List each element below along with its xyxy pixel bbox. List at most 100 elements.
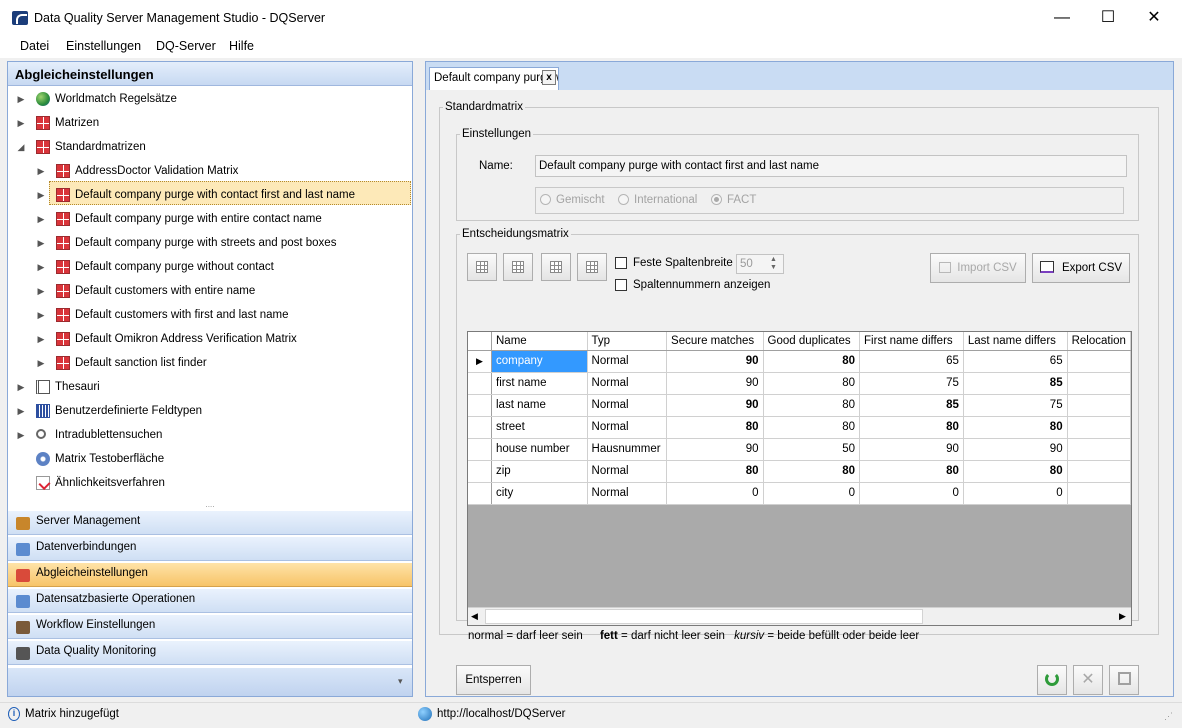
cell-value[interactable]: 85 [859, 394, 964, 417]
radio-international[interactable]: International [618, 194, 697, 206]
cell-value[interactable]: 0 [963, 482, 1068, 505]
expand-arrow-icon[interactable]: ▶ [36, 207, 46, 231]
cell-value[interactable]: 75 [859, 372, 964, 395]
matrix-name-field[interactable]: Default company purge with contact first… [535, 155, 1127, 177]
scrollbar-thumb[interactable] [485, 609, 923, 624]
cell-value[interactable]: 0 [763, 482, 861, 505]
cell-typ[interactable]: Normal [587, 372, 668, 395]
tree-item[interactable]: ▶ Default company purge with streets and … [8, 231, 412, 255]
refresh-button[interactable] [1037, 665, 1067, 695]
close-window-button[interactable]: ✕ [1131, 0, 1177, 36]
cell-value[interactable]: 90 [666, 438, 764, 461]
radio-gemischt[interactable]: Gemischt [540, 194, 605, 206]
decision-matrix-grid[interactable]: Name Typ Secure matches Good duplicates … [467, 331, 1132, 626]
column-header-relocation[interactable]: Relocation [1067, 332, 1131, 351]
cell-name[interactable]: street [491, 416, 588, 439]
row-header[interactable] [468, 394, 492, 417]
delete-row-icon[interactable] [577, 253, 607, 281]
expand-arrow-icon[interactable]: ▶ [36, 183, 46, 207]
nav-database[interactable]: Datenverbindungen [8, 536, 412, 561]
expand-arrow-icon[interactable]: ▶ [36, 303, 46, 327]
row-header[interactable] [468, 416, 492, 439]
tree-item[interactable]: ▶ Default sanction list finder [8, 351, 412, 375]
column-header-first-name-differs[interactable]: First name differs [859, 332, 964, 351]
tree-item[interactable]: Ähnlichkeitsverfahren [8, 471, 412, 495]
row-header[interactable] [468, 438, 492, 461]
expand-arrow-icon[interactable]: ▶ [16, 375, 26, 399]
cell-name[interactable]: last name [491, 394, 588, 417]
expand-arrow-icon[interactable]: ▶ [16, 111, 26, 135]
tree-item[interactable]: ▶ Benutzerdefinierte Feldtypen [8, 399, 412, 423]
expand-arrow-icon[interactable]: ▶ [36, 159, 46, 183]
table-row[interactable]: city Normal 0 0 0 0 [468, 482, 1131, 505]
cell-value[interactable]: 80 [859, 460, 964, 483]
tree-item[interactable]: ▶ Worldmatch Regelsätze [8, 87, 412, 111]
tree-item[interactable]: ▶ Default company purge without contact [8, 255, 412, 279]
minimize-button[interactable]: — [1039, 0, 1085, 36]
cell-value[interactable]: 90 [963, 438, 1068, 461]
tree-item[interactable]: ▶ Default company purge with entire conta… [8, 207, 412, 231]
cell-value[interactable]: 90 [859, 438, 964, 461]
fixed-column-width-checkbox[interactable] [615, 257, 627, 269]
tree-item[interactable]: ▶ Matrizen [8, 111, 412, 135]
expand-arrow-icon[interactable]: ▶ [36, 327, 46, 351]
expand-arrow-icon[interactable]: ▶ [36, 255, 46, 279]
tree-item[interactable]: ▶ Default Omikron Address Verification Ma… [8, 327, 412, 351]
cell-name[interactable]: company [491, 350, 588, 373]
column-header-last-name-differs[interactable]: Last name differs [963, 332, 1068, 351]
horizontal-scrollbar[interactable]: ◀ ▶ [468, 607, 1131, 625]
table-row[interactable]: last name Normal 90 80 85 75 [468, 394, 1131, 417]
column-header-name[interactable]: Name [491, 332, 588, 351]
table-row[interactable]: zip Normal 80 80 80 80 [468, 460, 1131, 483]
row-header[interactable] [468, 460, 492, 483]
cell-value[interactable]: 90 [666, 394, 764, 417]
cell-value[interactable]: 75 [963, 394, 1068, 417]
expand-arrow-icon[interactable]: ▶ [36, 351, 46, 375]
tree-item[interactable]: Matrix Testoberfläche [8, 447, 412, 471]
cell-value[interactable]: 85 [963, 372, 1068, 395]
resize-grip-icon[interactable]: ⋰ [1164, 711, 1173, 722]
tree-item[interactable]: ▶ Thesauri [8, 375, 412, 399]
cell-relocation[interactable] [1067, 372, 1131, 395]
cell-value[interactable]: 80 [963, 416, 1068, 439]
scroll-right-icon[interactable]: ▶ [1119, 611, 1126, 622]
expand-arrow-icon[interactable]: ▶ [16, 87, 26, 111]
column-header-secure-matches[interactable]: Secure matches [666, 332, 764, 351]
cell-value[interactable]: 80 [763, 460, 861, 483]
tree-item[interactable]: ▶ Default company purge with contact firs… [8, 183, 412, 207]
cell-value[interactable]: 90 [666, 372, 764, 395]
tree-item[interactable]: ▶ AddressDoctor Validation Matrix [8, 159, 412, 183]
cell-relocation[interactable] [1067, 460, 1131, 483]
table-row[interactable]: first name Normal 90 80 75 85 [468, 372, 1131, 395]
cell-relocation[interactable] [1067, 482, 1131, 505]
nav-wrench[interactable]: Server Management [8, 510, 412, 535]
expand-arrow-icon[interactable]: ▶ [16, 399, 26, 423]
collapse-arrow-icon[interactable]: ◢ [16, 135, 26, 159]
cell-typ[interactable]: Normal [587, 394, 668, 417]
current-row-icon[interactable]: ▶ [468, 350, 492, 373]
column-width-spinner[interactable]: 50 ▲ ▼ [736, 254, 784, 274]
table-row[interactable]: street Normal 80 80 80 80 [468, 416, 1131, 439]
cell-relocation[interactable] [1067, 416, 1131, 439]
close-tab-button[interactable]: x [542, 70, 556, 85]
nav-workflow[interactable]: Workflow Einstellungen [8, 614, 412, 639]
export-csv-button[interactable]: Export CSV [1032, 253, 1130, 283]
cell-value[interactable]: 80 [859, 416, 964, 439]
scroll-left-icon[interactable]: ◀ [471, 611, 478, 622]
insert-column-icon[interactable] [467, 253, 497, 281]
expand-arrow-icon[interactable]: ▶ [36, 279, 46, 303]
cell-value[interactable]: 65 [963, 350, 1068, 373]
menu-einstellungen[interactable]: Einstellungen [66, 39, 141, 53]
radio-fact[interactable]: FACT [711, 194, 756, 206]
delete-column-icon[interactable] [503, 253, 533, 281]
unlock-button[interactable]: Entsperren [456, 665, 531, 695]
cancel-button[interactable]: ✕ [1073, 665, 1103, 695]
cell-typ[interactable]: Normal [587, 482, 668, 505]
insert-row-icon[interactable] [541, 253, 571, 281]
cell-value[interactable]: 80 [666, 416, 764, 439]
expand-arrow-icon[interactable]: ▶ [36, 231, 46, 255]
cell-value[interactable]: 80 [666, 460, 764, 483]
tree-item[interactable]: ▶ Default customers with first and last n… [8, 303, 412, 327]
save-button[interactable] [1109, 665, 1139, 695]
menu-hilfe[interactable]: Hilfe [229, 39, 254, 53]
